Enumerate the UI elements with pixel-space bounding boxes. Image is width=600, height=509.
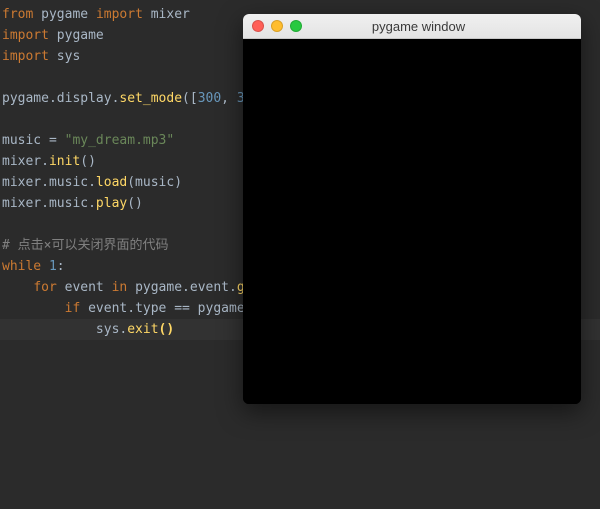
code-token: pygame	[41, 7, 96, 22]
code-token: mixer	[151, 7, 190, 22]
code-token: music =	[2, 133, 65, 148]
code-token: import	[2, 28, 57, 43]
code-token: import	[96, 7, 151, 22]
code-token: in	[112, 280, 135, 295]
code-token: pygame	[57, 28, 104, 43]
code-token: ()	[127, 196, 143, 211]
code-token: mixer.music.	[2, 175, 96, 190]
code-token: play	[96, 196, 127, 211]
code-token: mixer.	[2, 154, 49, 169]
code-token: event	[65, 280, 112, 295]
code-token: sys	[57, 49, 80, 64]
window-title: pygame window	[256, 19, 581, 34]
code-token: load	[96, 175, 127, 190]
code-token: ()	[80, 154, 96, 169]
code-token: while	[2, 259, 49, 274]
code-token: # 点击×可以关闭界面的代码	[2, 238, 168, 253]
titlebar[interactable]: pygame window	[243, 14, 581, 39]
code-token: "my_dream.mp3"	[65, 133, 175, 148]
code-token: ,	[221, 91, 237, 106]
code-token: mixer.music.	[2, 196, 96, 211]
code-token	[2, 280, 33, 295]
code-token: ()	[159, 322, 175, 337]
code-token: init	[49, 154, 80, 169]
code-token: :	[57, 259, 65, 274]
code-token: exit	[127, 322, 158, 337]
code-token: (music)	[127, 175, 182, 190]
pygame-window[interactable]: pygame window	[243, 14, 581, 404]
code-token: ([	[182, 91, 198, 106]
code-token: from	[2, 7, 41, 22]
code-token: pygame.event.	[135, 280, 237, 295]
code-token: if	[65, 301, 88, 316]
code-token: set_mode	[119, 91, 182, 106]
code-token: 1	[49, 259, 57, 274]
code-token	[2, 301, 65, 316]
code-token: sys.	[2, 322, 127, 337]
code-token: import	[2, 49, 57, 64]
code-token: 300	[198, 91, 221, 106]
pygame-canvas[interactable]	[243, 39, 581, 404]
code-token: for	[33, 280, 64, 295]
code-token: pygame.display.	[2, 91, 119, 106]
